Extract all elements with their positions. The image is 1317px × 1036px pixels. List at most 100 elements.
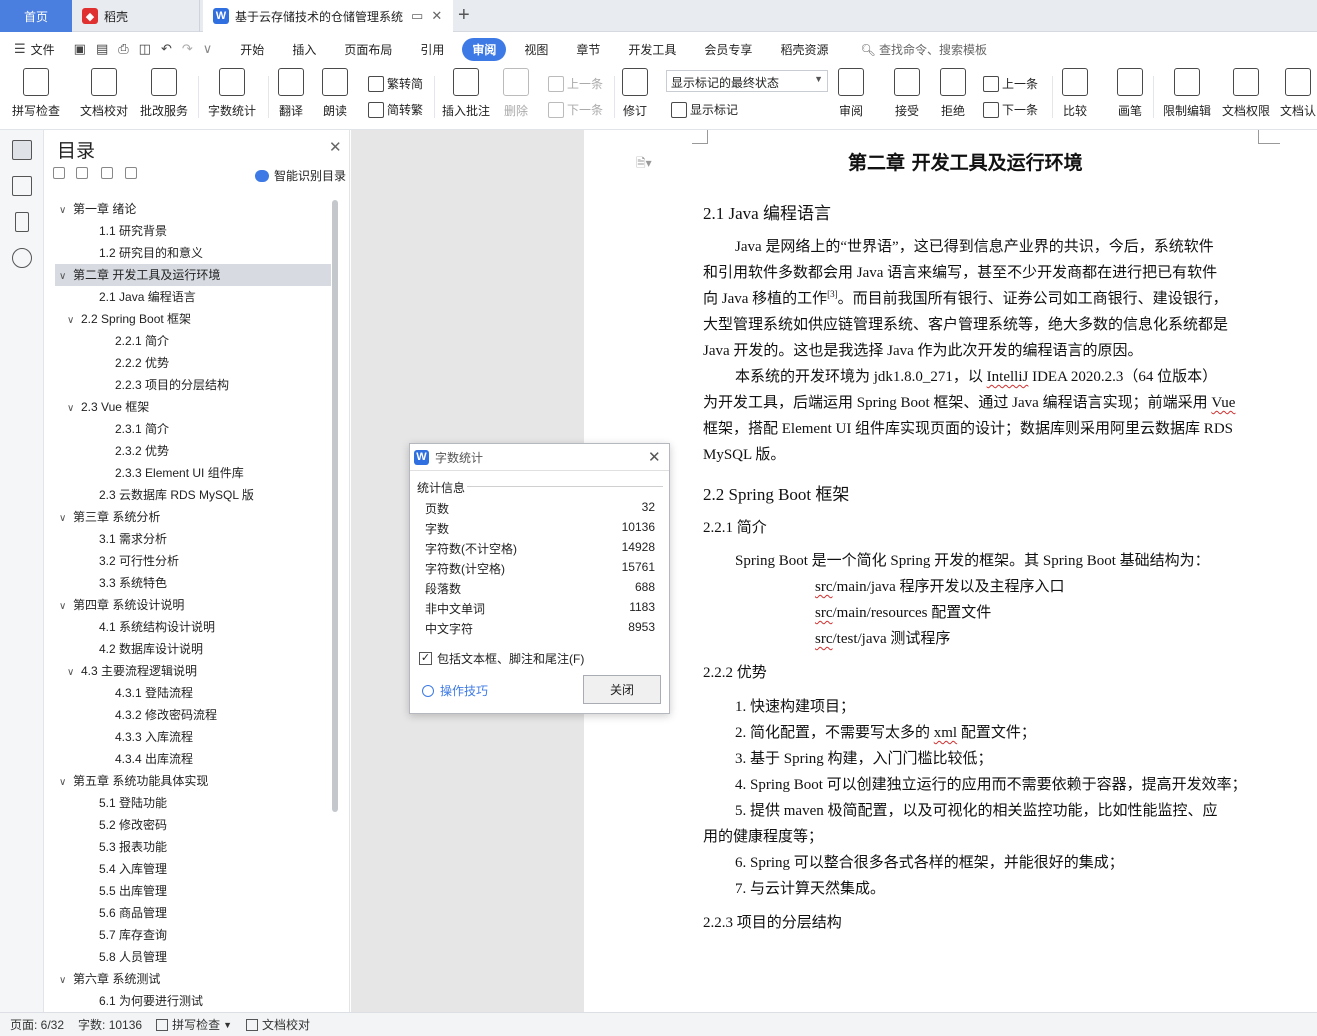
accept-button[interactable]: 接受 [894, 68, 920, 119]
spelling-flag[interactable]: src [815, 605, 833, 621]
toc-item[interactable]: 4.2 数据库设计说明 [55, 638, 331, 660]
toc-item[interactable]: 5.6 商品管理 [55, 902, 331, 924]
toc-item[interactable]: 4.3.3 入库流程 [55, 726, 331, 748]
menu-tab[interactable]: 会员专享 [694, 38, 762, 61]
spell-check-button[interactable]: 拼写检查 [12, 68, 60, 119]
prev-comment-button[interactable]: 上一条 [548, 75, 603, 92]
toc-item[interactable]: 5.8 人员管理 [55, 946, 331, 968]
spelling-flag[interactable]: IntelliJ [987, 369, 1029, 385]
print-preview-icon[interactable]: ◫ [139, 41, 151, 57]
chevron-down-icon[interactable]: ∨ [59, 970, 73, 992]
page-note-icon[interactable]: 🗎▾ [636, 154, 652, 175]
menu-tab[interactable]: 开发工具 [618, 38, 686, 61]
toc-item[interactable]: ∨ 第三章 系统分析 [55, 506, 331, 528]
menu-tab[interactable]: 引用 [410, 38, 454, 61]
chevron-down-icon[interactable]: ∨ [59, 772, 73, 794]
toc-panel-icon[interactable] [12, 140, 32, 160]
toc-item[interactable]: 2.2.3 项目的分层结构 [55, 374, 331, 396]
chevron-down-icon[interactable]: ∨ [67, 662, 81, 684]
toc-item[interactable]: 3.1 需求分析 [55, 528, 331, 550]
toc-item[interactable]: ∨ 2.2 Spring Boot 框架 [55, 308, 331, 330]
next-comment-button[interactable]: 下一条 [548, 101, 603, 118]
collapse-all-icon[interactable] [53, 167, 65, 179]
show-markup-button[interactable]: 显示标记 [671, 101, 738, 118]
menu-tab[interactable]: 插入 [282, 38, 326, 61]
toc-item[interactable]: 4.1 系统结构设计说明 [55, 616, 331, 638]
toc-item[interactable]: 5.5 出库管理 [55, 880, 331, 902]
doc-cert-button[interactable]: 文档认 [1280, 68, 1316, 119]
simp-to-trad-button[interactable]: 简转繁 [368, 101, 423, 118]
menu-tab[interactable]: 稻壳资源 [770, 38, 838, 61]
menu-tab[interactable]: 章节 [566, 38, 610, 61]
toc-item[interactable]: 5.4 入库管理 [55, 858, 331, 880]
more-icon[interactable]: ∨ [203, 41, 213, 57]
undo-icon[interactable]: ↶ [161, 41, 172, 57]
export-pdf-icon[interactable]: ▤ [96, 41, 108, 57]
status-page[interactable]: 页面: 6/32 [10, 1016, 64, 1033]
ink-button[interactable]: 画笔 [1117, 68, 1143, 119]
trad-to-simp-button[interactable]: 繁转简 [368, 75, 423, 92]
status-proof[interactable]: 文档校对 [246, 1016, 310, 1033]
toc-item[interactable]: 1.2 研究目的和意义 [55, 242, 331, 264]
menu-tab[interactable]: 开始 [230, 38, 274, 61]
toc-item[interactable]: 4.3.2 修改密码流程 [55, 704, 331, 726]
spelling-flag[interactable]: src [815, 631, 833, 647]
translate-button[interactable]: 翻译 [278, 68, 304, 119]
toc-scrollbar[interactable] [332, 200, 338, 812]
chevron-down-icon[interactable]: ∨ [67, 398, 81, 420]
read-aloud-button[interactable]: 朗读 [322, 68, 348, 119]
spelling-flag[interactable]: src [815, 579, 833, 595]
save-icon[interactable]: ▣ [74, 41, 86, 57]
chevron-down-icon[interactable]: ∨ [59, 596, 73, 618]
restrict-edit-button[interactable]: 限制编辑 [1163, 68, 1211, 119]
bookmark-icon[interactable] [15, 212, 29, 232]
find-icon[interactable] [12, 248, 32, 268]
command-search[interactable]: 🔍︎ 查找命令、搜索模板 [860, 41, 987, 58]
expand-up-icon[interactable] [76, 167, 88, 179]
markup-mode-select[interactable]: 显示标记的最终状态 ▼ [666, 70, 828, 92]
toc-item[interactable]: 2.2.2 优势 [55, 352, 331, 374]
status-words[interactable]: 字数: 10136 [78, 1016, 142, 1033]
next-change-button[interactable]: 下一条 [983, 101, 1038, 118]
batch-service-button[interactable]: 批改服务 [140, 68, 188, 119]
tab-daoke[interactable]: ◆ 稻壳 [72, 0, 200, 32]
insert-comment-button[interactable]: 插入批注 [442, 68, 490, 119]
toc-item[interactable]: 5.2 修改密码 [55, 814, 331, 836]
spelling-flag[interactable]: xml [934, 725, 957, 741]
toc-item[interactable]: 6.1 为何要进行测试 [55, 990, 331, 1012]
spelling-flag[interactable]: Vue [1211, 395, 1235, 411]
toc-item[interactable]: 2.1 Java 编程语言 [55, 286, 331, 308]
new-tab-button[interactable]: + [458, 4, 470, 27]
chevron-down-icon[interactable]: ∨ [59, 508, 73, 530]
compare-button[interactable]: 比较 [1062, 68, 1088, 119]
status-spell-check[interactable]: 拼写检查 ▼ [156, 1016, 232, 1033]
review-pane-button[interactable]: 审阅 [838, 68, 864, 119]
toc-item[interactable]: ∨ 第四章 系统设计说明 [55, 594, 331, 616]
toc-item[interactable]: ∨ 第一章 绪论 [55, 198, 331, 220]
toc-item[interactable]: 5.7 库存查询 [55, 924, 331, 946]
redo-icon[interactable]: ↷ [182, 41, 193, 57]
citation-ref[interactable]: [3] [827, 289, 838, 299]
toc-item[interactable]: ∨ 第二章 开发工具及运行环境 [55, 264, 331, 286]
delete-comment-button[interactable]: 删除 [503, 68, 529, 119]
tab-document[interactable]: W 基于云存储技术的仓储管理系统 ▭ ✕ [203, 0, 453, 32]
toc-item[interactable]: 5.3 报表功能 [55, 836, 331, 858]
smart-toc-button[interactable]: 智能识别目录 [255, 167, 346, 184]
toc-close-icon[interactable]: ✕ [329, 138, 342, 156]
toc-item[interactable]: 4.3.4 出库流程 [55, 748, 331, 770]
menu-tab[interactable]: 页面布局 [334, 38, 402, 61]
toc-item[interactable]: 5.1 登陆功能 [55, 792, 331, 814]
toc-item[interactable]: ∨ 第六章 系统测试 [55, 968, 331, 990]
toc-item[interactable]: 2.3.3 Element UI 组件库 [55, 462, 331, 484]
menu-tab[interactable]: 视图 [514, 38, 558, 61]
chevron-down-icon[interactable]: ∨ [59, 200, 73, 222]
tab-home[interactable]: 首页 [0, 0, 72, 32]
toc-item[interactable]: 2.3.1 简介 [55, 418, 331, 440]
doc-permission-button[interactable]: 文档权限 [1222, 68, 1270, 119]
toc-item[interactable]: ∨ 4.3 主要流程逻辑说明 [55, 660, 331, 682]
close-button[interactable]: 关闭 [583, 675, 661, 704]
tab-close-icon[interactable]: ✕ [431, 8, 442, 24]
dialog-close-icon[interactable]: ✕ [648, 448, 661, 466]
prev-change-button[interactable]: 上一条 [983, 75, 1038, 92]
menu-hamburger-icon[interactable]: ☰ [14, 41, 26, 57]
